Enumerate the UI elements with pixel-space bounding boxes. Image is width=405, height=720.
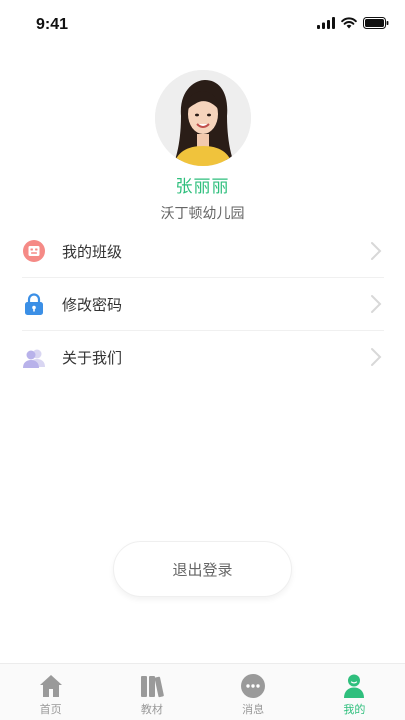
profile-name: 张丽丽 bbox=[175, 177, 230, 197]
tab-profile[interactable]: 我的 bbox=[304, 664, 405, 720]
profile-school: 沃丁顿幼儿园 bbox=[160, 206, 245, 222]
chevron-right-icon bbox=[371, 242, 382, 260]
message-icon bbox=[239, 672, 267, 700]
menu-item-about-us[interactable]: 关于我们 bbox=[22, 331, 384, 384]
status-time: 9:41 bbox=[36, 16, 69, 33]
wifi-icon bbox=[341, 17, 357, 29]
tab-label: 教材 bbox=[140, 703, 163, 716]
settings-menu: 我的班级 修改密码 关于我们 bbox=[22, 225, 384, 384]
menu-item-label: 我的班级 bbox=[62, 242, 123, 261]
tab-messages[interactable]: 消息 bbox=[203, 664, 304, 720]
tab-textbooks[interactable]: 教材 bbox=[101, 664, 202, 720]
lock-icon bbox=[22, 292, 46, 316]
battery-icon bbox=[363, 17, 389, 29]
avatar[interactable] bbox=[154, 70, 251, 166]
status-bar: 9:41 bbox=[0, 0, 405, 50]
menu-item-my-class[interactable]: 我的班级 bbox=[22, 225, 384, 278]
signal-icon bbox=[317, 17, 335, 29]
profile-icon bbox=[340, 672, 368, 700]
status-icons bbox=[317, 17, 389, 29]
menu-item-label: 关于我们 bbox=[62, 349, 123, 367]
tab-label: 我的 bbox=[343, 703, 366, 716]
menu-item-label: 修改密码 bbox=[62, 295, 123, 314]
chevron-right-icon bbox=[371, 295, 382, 313]
bottom-tab-bar: 首页 教材 消息 我的 bbox=[0, 663, 405, 720]
logout-button[interactable]: 退出登录 bbox=[113, 541, 292, 597]
tab-label: 首页 bbox=[39, 703, 62, 716]
tab-home[interactable]: 首页 bbox=[0, 664, 101, 720]
profile-header: 张丽丽 沃丁顿幼儿园 bbox=[0, 70, 405, 223]
people-icon bbox=[22, 346, 46, 370]
books-icon bbox=[138, 672, 166, 700]
menu-item-change-password[interactable]: 修改密码 bbox=[22, 278, 384, 331]
home-icon bbox=[37, 672, 65, 700]
tab-label: 消息 bbox=[242, 703, 265, 716]
chevron-right-icon bbox=[371, 348, 382, 366]
class-icon bbox=[22, 239, 46, 263]
avatar-portrait-icon bbox=[154, 70, 251, 166]
